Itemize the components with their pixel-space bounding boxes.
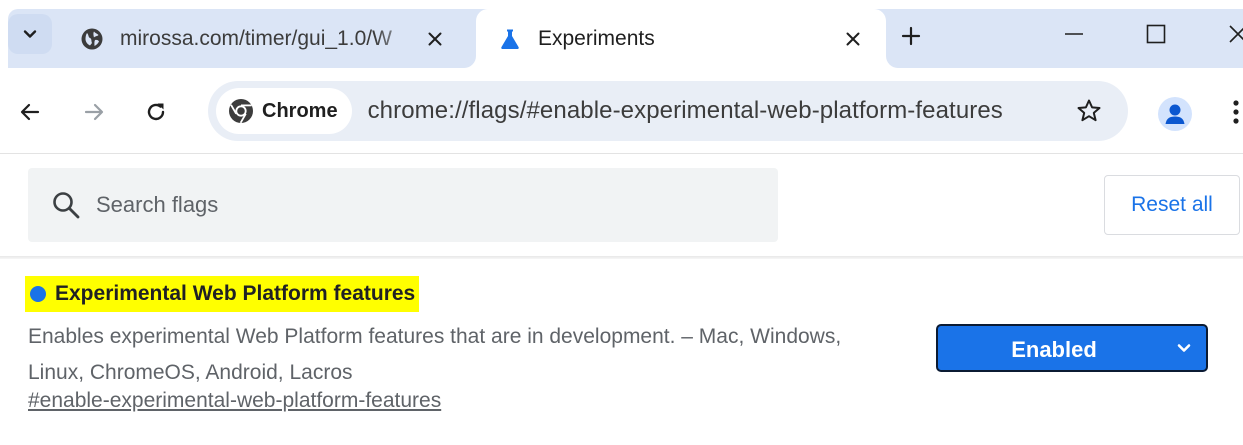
reload-icon [147,103,165,121]
flag-state-value: Enabled [1011,337,1097,362]
search-box[interactable] [28,168,778,242]
omnibox[interactable]: Chrome chrome://flags/#enable-experiment… [208,81,1128,141]
flag-state-select[interactable]: Enabled [936,324,1208,372]
modified-dot-icon [30,286,46,302]
close-icon [846,32,860,45]
forward-button[interactable] [76,94,112,130]
site-chip-label: Chrome [262,99,338,122]
reset-all-button[interactable]: Reset all [1104,175,1240,235]
flag-title: Experimental Web Platform features [55,282,416,305]
tab-close-button[interactable] [420,24,450,54]
minimize-icon [1065,33,1083,35]
tab-strip: mirossa.com/timer/gui_1.0/W Experiments [0,0,1243,70]
close-icon [428,32,442,45]
chevron-down-icon [1174,338,1194,358]
close-icon [1229,25,1243,43]
star-icon [1077,99,1101,122]
chrome-logo-icon [228,98,254,124]
new-tab-button[interactable] [893,18,929,54]
url-text[interactable]: chrome://flags/#enable-experimental-web-… [368,97,1003,125]
flag-description: Enables experimental Web Platform featur… [28,325,842,384]
flag-permalink[interactable]: #enable-experimental-web-platform-featur… [28,389,441,413]
tab-title: Experiments [538,26,655,50]
chevron-down-icon [23,30,37,38]
header-divider [0,256,1243,259]
tab-search-button[interactable] [8,14,52,54]
tab-title: mirossa.com/timer/gui_1.0/W [120,26,392,50]
more-vert-icon [1233,100,1239,124]
profile-button[interactable] [1158,97,1192,131]
arrow-left-icon [20,103,40,121]
arrow-right-icon [84,103,104,121]
maximize-icon [1146,24,1166,44]
globe-icon [80,27,104,51]
window-close-button[interactable] [1212,14,1243,54]
search-icon [50,189,82,221]
tab-close-button[interactable] [838,24,868,54]
tab-experiments[interactable]: Experiments [476,9,886,68]
maximize-button[interactable] [1130,14,1182,54]
browser-toolbar: Chrome chrome://flags/#enable-experiment… [0,68,1243,154]
reload-button[interactable] [138,94,174,130]
flag-name-highlight: Experimental Web Platform features [25,276,420,312]
person-icon [1165,104,1185,124]
back-button[interactable] [12,94,48,130]
minimize-button[interactable] [1048,14,1100,54]
site-info-chip[interactable]: Chrome [216,88,352,134]
flask-icon [498,27,522,51]
search-input[interactable] [96,192,736,218]
tab-mirossa[interactable]: mirossa.com/timer/gui_1.0/W [58,9,468,68]
plus-icon [901,26,921,46]
menu-button[interactable] [1226,94,1243,130]
flags-header: Reset all [0,155,1243,255]
flag-entry: Experimental Web Platform features Enabl… [0,262,1243,445]
bookmark-button[interactable] [1072,94,1106,128]
